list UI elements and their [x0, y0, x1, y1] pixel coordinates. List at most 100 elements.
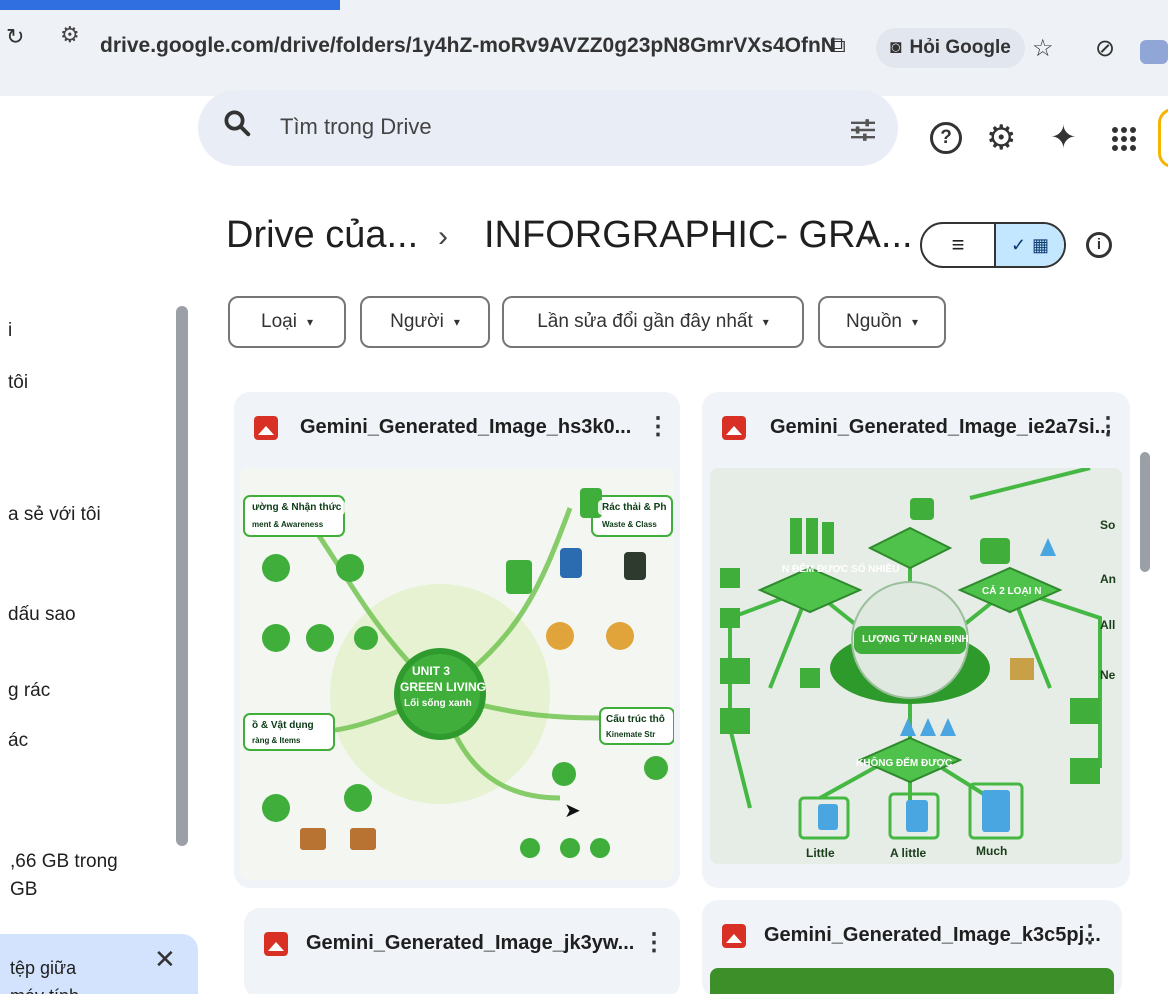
content-scrollbar[interactable] — [1140, 452, 1150, 572]
file-card-header: Gemini_Generated_Image_jk3yw... ⋮ — [244, 908, 680, 984]
thumb-center-line: UNIT 3 — [412, 664, 451, 678]
filter-chip-label: Loại — [261, 311, 297, 332]
top-link-strip — [0, 0, 340, 10]
tune-icon[interactable] — [848, 118, 878, 142]
sidebar-item-trash[interactable]: g rác — [8, 680, 50, 702]
file-card-header: Gemini_Generated_Image_ie2a7si... ⋮ — [702, 392, 1130, 468]
filter-chip-label: Lần sửa đổi gần đây nhất — [537, 311, 753, 332]
help-icon[interactable]: ? — [930, 122, 962, 154]
file-card-header: Gemini_Generated_Image_k3c5pj... ⋮ — [702, 900, 1122, 976]
thumb-label: Cấu trúc thô — [602, 712, 669, 727]
sync-banner: tệp giữa máy tính ✕ — [0, 934, 198, 994]
view-toggle: ≡ ✓ ▦ — [920, 222, 1066, 268]
thumb-sublabel: ment & Awareness — [248, 518, 328, 531]
close-icon[interactable]: ✕ — [154, 944, 176, 975]
thumb-label: KHÔNG ĐẾM ĐƯỢC — [856, 758, 953, 769]
check-icon: ✓ — [1010, 234, 1027, 255]
list-view-button[interactable]: ≡ — [922, 224, 994, 266]
search-input[interactable]: Tìm trong Drive — [280, 114, 432, 140]
profile-extension-icon[interactable] — [1140, 40, 1168, 64]
filter-chip-modified[interactable]: Lần sửa đổi gần đây nhất ▾ — [502, 296, 804, 348]
mouse-cursor-icon: ➤ — [564, 800, 581, 822]
file-card-header: Gemini_Generated_Image_hs3k0... ⋮ — [234, 392, 680, 468]
filter-chip-label: Người — [390, 311, 444, 332]
banner-line: tệp giữa — [10, 958, 77, 978]
file-card[interactable]: Gemini_Generated_Image_hs3k0... ⋮ UNIT 3… — [234, 392, 680, 888]
thumb-bottom-label: Little — [806, 846, 835, 860]
search-icon[interactable] — [222, 108, 252, 138]
filter-chip-people[interactable]: Người ▾ — [360, 296, 490, 348]
thumb-sublabel: Kinemate Str — [602, 728, 660, 741]
more-options-icon[interactable]: ⋮ — [1096, 412, 1120, 441]
reload-icon[interactable]: ↻ — [6, 24, 24, 50]
file-name[interactable]: Gemini_Generated_Image_ie2a7si... — [770, 416, 1111, 439]
browser-address-bar: ↻ ⚙ drive.google.com/drive/folders/1y4hZ… — [0, 0, 1168, 96]
settings-icon[interactable]: ⚙ — [986, 118, 1016, 158]
breadcrumb-root[interactable]: Drive của... — [226, 214, 418, 257]
image-file-icon — [264, 932, 288, 956]
avatar[interactable] — [1158, 108, 1168, 168]
thumb-center-line: GREEN LIVING — [400, 680, 487, 694]
thumb-label: ồ & Vật dụng — [248, 718, 318, 733]
filter-chip-type[interactable]: Loại ▾ — [228, 296, 346, 348]
image-file-icon — [722, 924, 746, 948]
file-thumbnail[interactable]: N ĐẾM ĐƯỢC SỐ NHIỀU CẢ 2 LOẠI N KHÔNG ĐẾ… — [710, 468, 1122, 864]
thumb-bottom-label: A little — [890, 846, 927, 860]
sidebar-item-spam[interactable]: ác — [8, 730, 28, 752]
url-field[interactable]: drive.google.com/drive/folders/1y4hZ-moR… — [100, 34, 836, 58]
file-name[interactable]: Gemini_Generated_Image_jk3yw... — [306, 932, 634, 955]
image-file-icon — [254, 416, 278, 440]
file-card[interactable]: Gemini_Generated_Image_jk3yw... ⋮ — [244, 908, 680, 994]
apps-icon[interactable] — [1112, 127, 1136, 151]
drive-search-box[interactable]: Tìm trong Drive — [198, 90, 898, 166]
info-icon[interactable]: i — [1086, 232, 1112, 258]
thumb-center-line: Lối sống xanh — [404, 698, 472, 709]
chevron-down-icon: ▾ — [762, 315, 769, 329]
filter-chip-source[interactable]: Nguồn ▾ — [818, 296, 946, 348]
filter-chip-label: Nguồn — [845, 311, 902, 332]
thumb-label: Rác thải & Ph — [598, 500, 671, 515]
google-lens-icon: ◙ — [890, 37, 902, 58]
sidebar-item-my-drive[interactable]: tôi — [8, 372, 28, 394]
file-name[interactable]: Gemini_Generated_Image_hs3k0... — [300, 416, 631, 439]
thumb-sublabel: ràng & Items — [248, 734, 305, 747]
file-thumbnail[interactable]: UNIT 3 GREEN LIVING Lối sống xanh ường &… — [240, 468, 674, 880]
thumb-label: CẢ 2 LOẠI N — [982, 586, 1042, 597]
site-info-icon[interactable]: ⚙ — [60, 22, 80, 48]
extension-icon[interactable]: ⊘ — [1095, 34, 1115, 63]
chevron-down-icon: ▾ — [306, 315, 313, 329]
more-options-icon[interactable]: ⋮ — [646, 412, 670, 441]
iso-diagram-thumbnail — [710, 468, 1122, 864]
cast-icon[interactable]: ⧉ — [830, 32, 846, 58]
thumb-label: LƯỢNG TỪ HẠN ĐỊNH — [862, 634, 969, 645]
chevron-down-icon: ▾ — [453, 315, 460, 329]
file-name[interactable]: Gemini_Generated_Image_k3c5pj... — [764, 924, 1101, 947]
storage-line: GB — [10, 879, 38, 900]
thumb-label: N ĐẾM ĐƯỢC SỐ NHIỀU — [782, 564, 900, 575]
sidebar-item-home[interactable]: i — [8, 320, 12, 342]
star-icon[interactable]: ☆ — [1032, 34, 1054, 63]
breadcrumb-current-folder[interactable]: INFORGRAPHIC- GRA... — [484, 214, 913, 257]
storage-usage: ,66 GB trong GB — [10, 848, 118, 904]
file-card[interactable]: Gemini_Generated_Image_ie2a7si... ⋮ N ĐẾ… — [702, 392, 1130, 888]
grid-view-button[interactable]: ✓ ▦ — [994, 224, 1064, 266]
storage-line: ,66 GB trong — [10, 851, 118, 872]
list-view-icon: ≡ — [951, 232, 965, 257]
chevron-down-icon: ▾ — [911, 315, 919, 329]
more-options-icon[interactable]: ⋮ — [642, 928, 666, 957]
grid-view-icon: ▦ — [1032, 234, 1050, 255]
thumb-edge-label: All — [1100, 618, 1116, 632]
image-file-icon — [722, 416, 746, 440]
sidebar-item-starred[interactable]: dấu sao — [8, 604, 76, 626]
more-options-icon[interactable]: ⋮ — [1078, 920, 1102, 949]
banner-line: máy tính — [10, 982, 79, 994]
ask-google-button[interactable]: ◙ Hỏi Google — [876, 28, 1025, 68]
thumb-bottom-label: Much — [976, 844, 1008, 858]
sidebar-item-shared-with-me[interactable]: a sẻ với tôi — [8, 504, 101, 526]
folder-menu-caret-icon[interactable]: ▾ — [866, 230, 874, 250]
sidebar-scrollbar[interactable] — [176, 306, 188, 846]
file-thumbnail[interactable] — [710, 968, 1114, 994]
thumb-edge-label: An — [1100, 572, 1116, 586]
file-card[interactable]: Gemini_Generated_Image_k3c5pj... ⋮ — [702, 900, 1122, 994]
gemini-icon[interactable]: ✦ — [1050, 118, 1077, 156]
